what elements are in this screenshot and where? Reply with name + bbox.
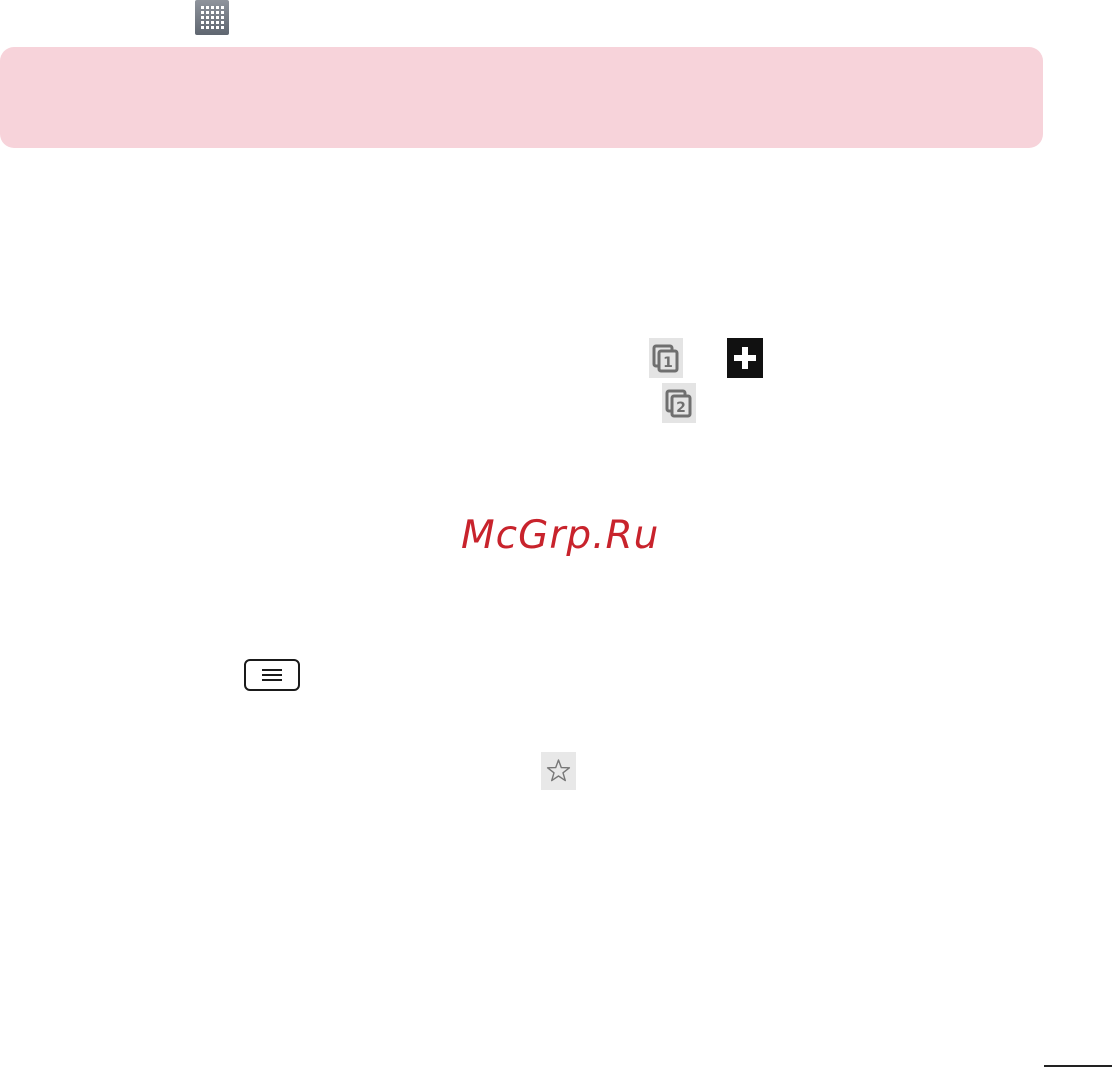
tab-count-1: 1 <box>663 355 673 371</box>
plus-icon <box>727 338 763 378</box>
note-banner <box>0 47 1043 148</box>
apps-grid-icon <box>195 0 229 35</box>
watermark-text: McGrp.Ru <box>461 513 660 558</box>
menu-key-icon <box>244 659 300 691</box>
tabs-1-icon: 1 <box>649 338 683 378</box>
tab-count-2: 2 <box>676 400 686 416</box>
tabs-2-icon: 2 <box>662 383 696 423</box>
star-icon <box>541 752 576 790</box>
page-number-rule <box>1044 1065 1112 1067</box>
